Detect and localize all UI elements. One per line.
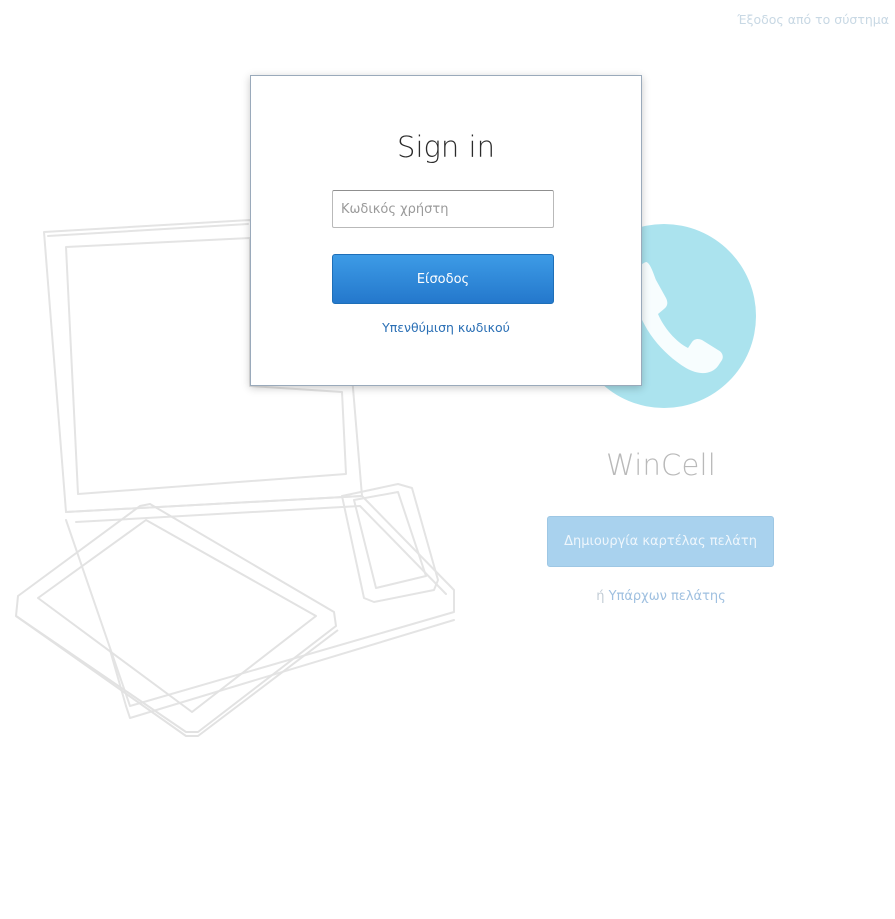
- login-button[interactable]: Είσοδος: [332, 254, 554, 304]
- or-label: ή: [596, 589, 605, 604]
- existing-customer-link[interactable]: Υπάρχων πελάτης: [609, 589, 726, 604]
- create-customer-button[interactable]: Δημιουργία καρτέλας πελάτη: [547, 516, 774, 567]
- phone-sketch: [341, 483, 439, 603]
- tablet-sketch: [15, 503, 339, 737]
- signin-title: Sign in: [397, 130, 495, 164]
- brand-title: WinCell: [605, 448, 717, 482]
- existing-customer-row: ή Υπάρχων πελάτης: [548, 589, 774, 604]
- forgot-password-link[interactable]: Υπενθύμιση κωδικού: [251, 320, 641, 335]
- logout-link[interactable]: Έξοδος από το σύστημα: [737, 12, 889, 27]
- username-input[interactable]: [332, 190, 554, 228]
- login-page: Έξοδος από το σύστημα WinCell Δημιουργία…: [0, 0, 895, 919]
- signin-dialog: Sign in Είσοδος Υπενθύμιση κωδικού: [250, 75, 642, 386]
